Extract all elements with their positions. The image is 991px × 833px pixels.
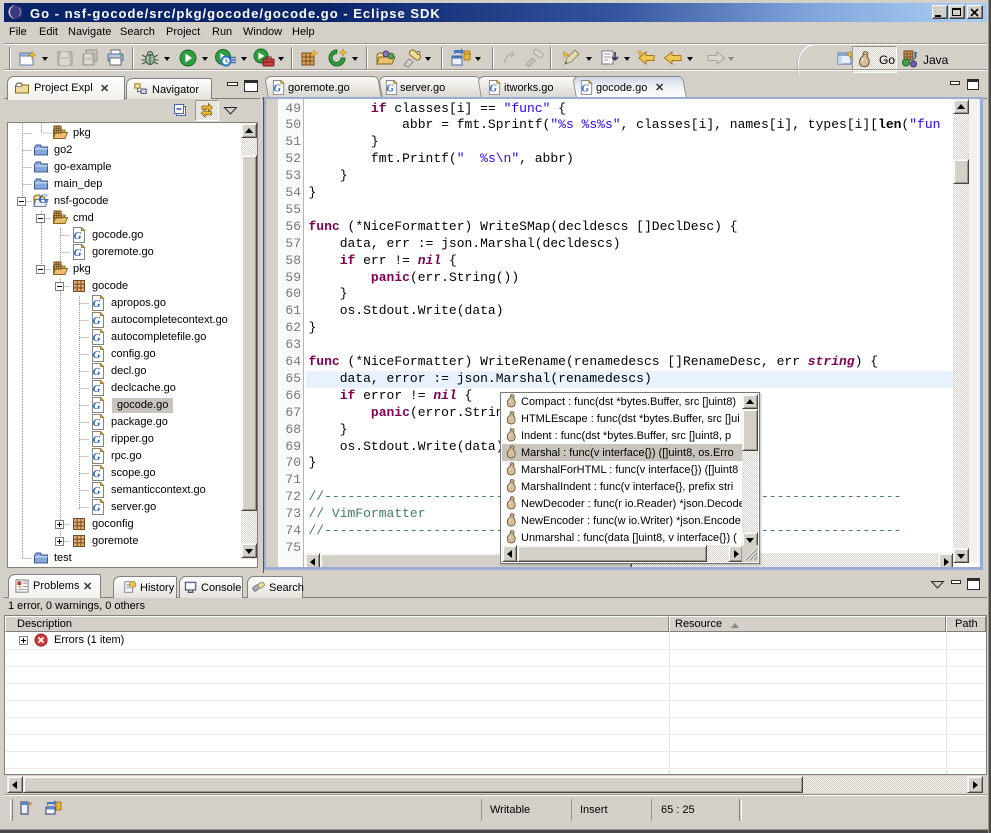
svg-text:J: J: [912, 50, 918, 62]
